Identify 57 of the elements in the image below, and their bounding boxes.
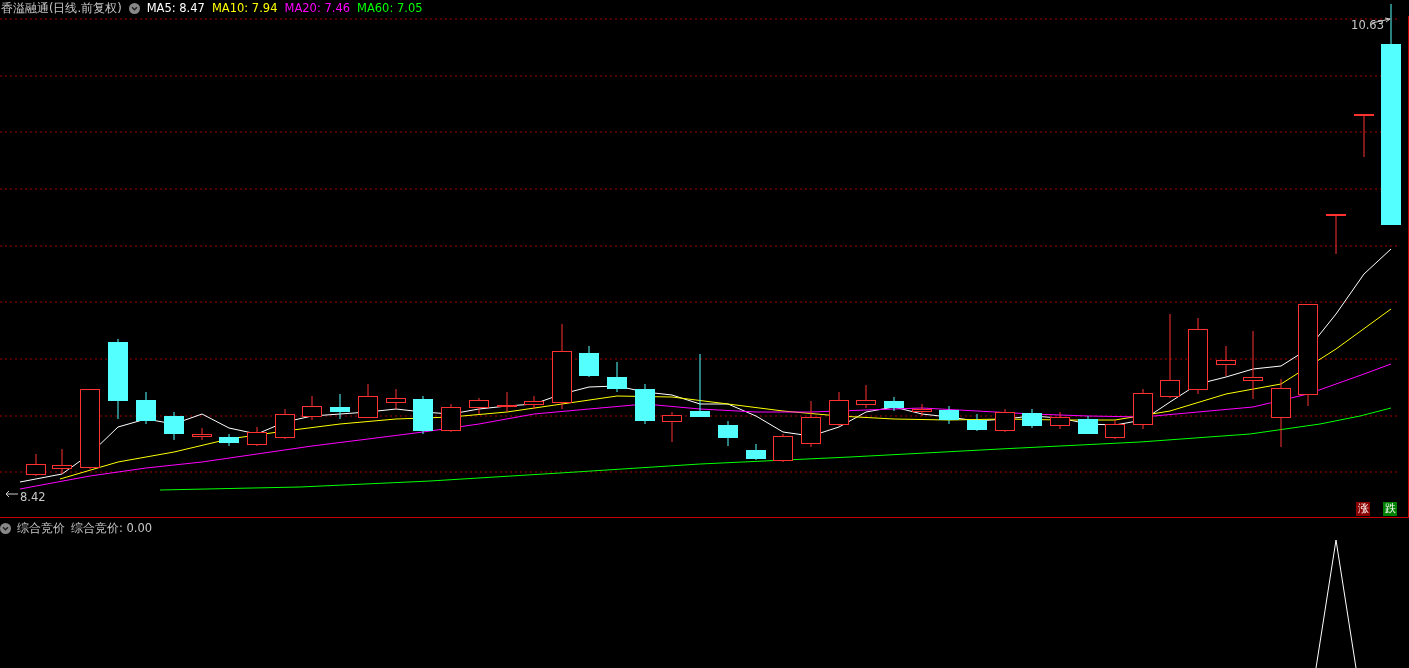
candlestick (884, 396, 904, 412)
candlestick (192, 427, 212, 441)
candlestick (718, 420, 738, 447)
candlestick (801, 400, 821, 448)
moving-average-value: MA20: 7.46 (284, 1, 350, 15)
candlestick (52, 448, 72, 475)
candlestick (1050, 411, 1070, 430)
candlestick (690, 353, 710, 417)
candlestick (413, 395, 433, 435)
candlestick (773, 433, 793, 463)
candlestick (275, 408, 295, 440)
candlestick (386, 388, 406, 410)
low-price-label: 8.42 (20, 490, 46, 504)
candlestick (330, 393, 350, 420)
candlestick (1354, 113, 1374, 158)
candlestick (912, 403, 932, 417)
candlestick (1133, 388, 1153, 430)
indicator-title: 综合竞价 (17, 520, 65, 536)
candlestick (524, 395, 544, 410)
collapse-icon[interactable] (128, 2, 140, 14)
moving-average-value: MA10: 7.94 (211, 1, 278, 15)
moving-average-value: MA60: 7.05 (357, 1, 423, 15)
fall-button[interactable]: 跌 (1383, 502, 1397, 516)
candlestick (635, 383, 655, 425)
candlestick (939, 405, 959, 425)
candlestick (358, 383, 378, 419)
candlestick (1216, 345, 1236, 377)
candlestick (441, 403, 461, 433)
indicator-value: 综合竞价: 0.00 (71, 520, 153, 536)
candlestick (856, 384, 876, 409)
candlestick (607, 361, 627, 393)
candlestick (497, 391, 517, 413)
candlestick (247, 426, 267, 447)
candlestick (1243, 330, 1263, 400)
candlestick (1022, 408, 1042, 429)
candlestick (136, 391, 156, 425)
candlestick (746, 443, 766, 461)
candlestick (662, 411, 682, 443)
candlestick (579, 345, 599, 378)
candlestick (1271, 378, 1291, 448)
candlestick (967, 413, 987, 432)
candlestick (164, 411, 184, 441)
high-price-label: 10.63 (1351, 18, 1384, 32)
candlestick (1326, 213, 1346, 255)
moving-average-value: MA5: 8.47 (146, 1, 205, 15)
candlestick (995, 408, 1015, 433)
chart-title: 香溢融通(日线.前复权) (1, 0, 122, 16)
candlestick (219, 433, 239, 447)
candlestick (1078, 415, 1098, 435)
arrow-icon (5, 490, 19, 498)
candlestick (26, 453, 46, 477)
candlestick (1105, 419, 1125, 440)
candlestick (469, 397, 489, 415)
candlestick (829, 391, 849, 427)
collapse-icon[interactable] (0, 522, 11, 534)
rise-button[interactable]: 涨 (1356, 502, 1370, 516)
candlestick (302, 395, 322, 421)
